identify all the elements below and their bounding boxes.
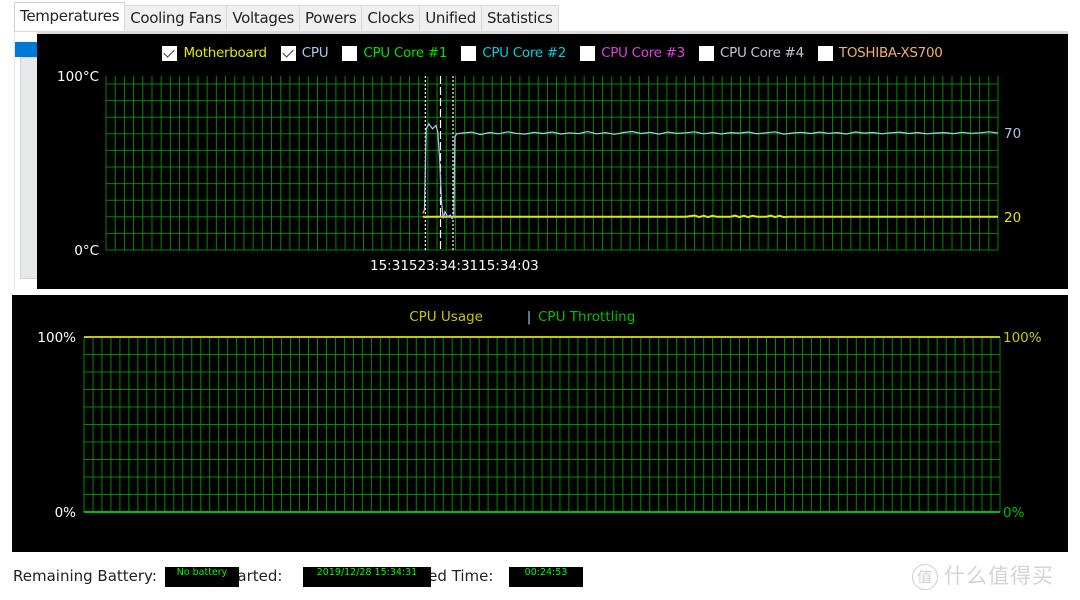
y-label-top: 100°C (57, 69, 99, 85)
temperature-grid (105, 76, 999, 251)
tab-statistics[interactable]: Statistics (480, 5, 559, 31)
series-end-label-motherboard: 20 (1004, 210, 1021, 226)
tab-cooling-fans[interactable]: Cooling Fans (124, 5, 228, 31)
series-end-label-cpu: 70 (1004, 126, 1021, 142)
legend-cpu-usage: CPU Usage (409, 309, 483, 325)
tab-temperatures[interactable]: Temperatures (14, 2, 126, 32)
time-axis-labels: 15:31523:34:3115:34:03 (370, 258, 539, 274)
legend-cpu-throttling: CPU Throttling (538, 309, 635, 325)
legend-separator: | (527, 309, 532, 325)
cpu-usage-chart-panel: CPU Usage | CPU Throttling 100% 0% 100% … (12, 295, 1068, 552)
watermark-logo-icon: 值 (912, 564, 938, 590)
frame-border (14, 32, 15, 290)
tab-clocks[interactable]: Clocks (361, 5, 421, 31)
watermark-text: 什么值得买 (944, 564, 1054, 588)
watermark: 值什么值得买 (912, 560, 1054, 590)
y-label-left-bottom: 0% (55, 505, 77, 521)
tab-unified[interactable]: Unified (419, 5, 482, 31)
temperature-chart: 100°C 0°C 20 70 15:31523:34:3115:34:03 (57, 69, 1021, 274)
temperature-chart-panel: Motherboard CPU CPU Core #1 CPU Core #2 CPU … (37, 32, 1068, 289)
series-line-cpu (422, 122, 999, 220)
y-label-left-top: 100% (37, 330, 76, 346)
time-markers (424, 76, 454, 250)
cpu-usage-chart: CPU Usage | CPU Throttling 100% 0% 100% … (37, 309, 1042, 521)
battery-value: No battery (165, 567, 239, 587)
y-label-right-top: 100% (1003, 330, 1042, 346)
y-label-right-bottom: 0% (1003, 505, 1025, 521)
tab-voltages[interactable]: Voltages (226, 5, 301, 31)
tab-powers[interactable]: Powers (299, 5, 363, 31)
tab-bar: Temperatures Cooling Fans Voltages Power… (14, 2, 559, 32)
usage-grid (83, 336, 1001, 513)
elapsed-value: 00:24:53 (509, 567, 583, 587)
started-value: 2019/12/28 15:34:31 (303, 567, 431, 587)
y-label-bottom: 0°C (74, 243, 99, 259)
series-line-motherboard (422, 214, 998, 219)
battery-label: Remaining Battery: (13, 567, 157, 585)
